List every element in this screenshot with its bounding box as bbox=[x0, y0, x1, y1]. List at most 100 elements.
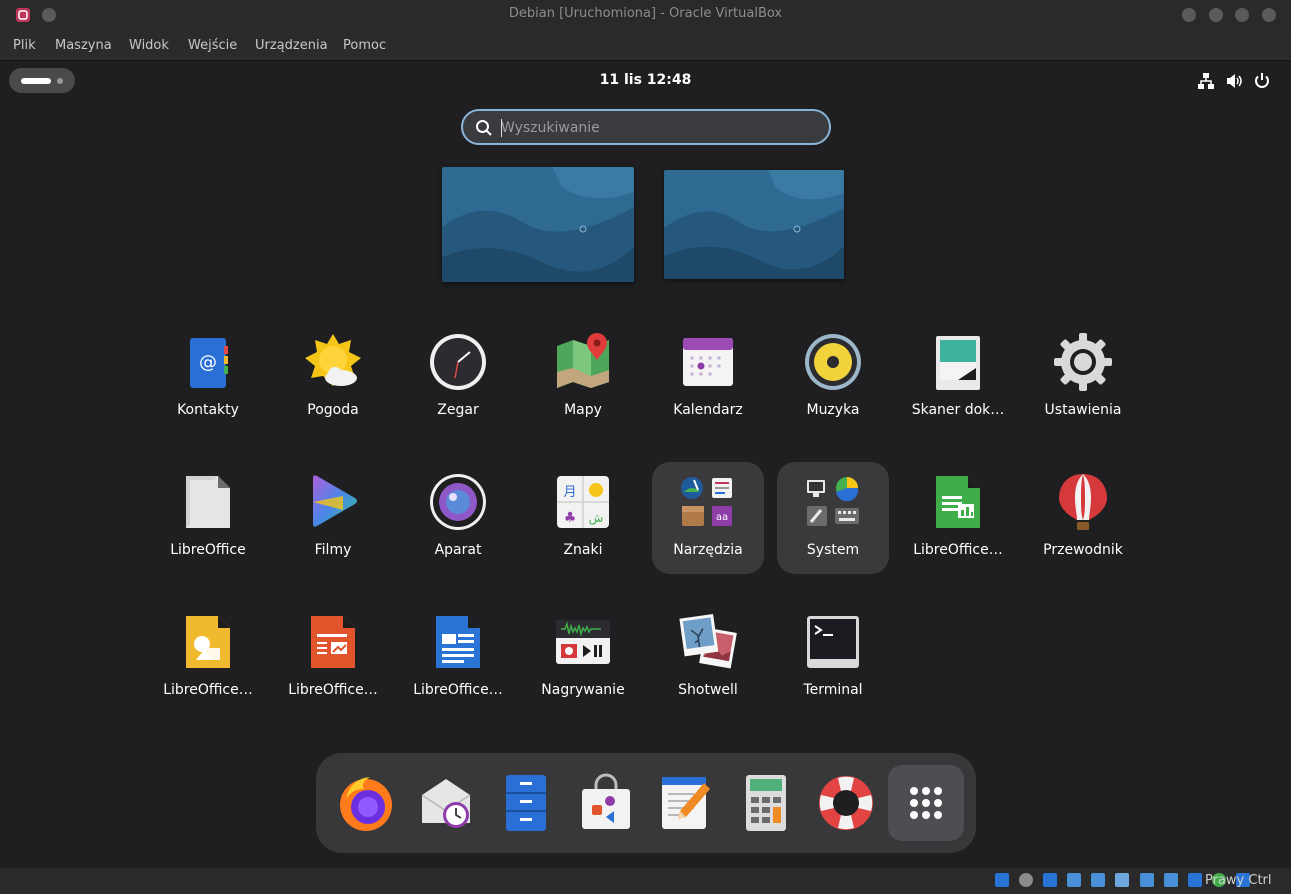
app-libreoffice-writer[interactable]: LibreOffice… bbox=[402, 602, 514, 714]
menu-wejscie[interactable]: Wejście bbox=[188, 38, 237, 53]
guest-screen: 11 lis 12:48 Wyszukiwanie @ Kontakty Pog… bbox=[4, 62, 1287, 868]
help-balloon-icon bbox=[1059, 474, 1107, 530]
app-skaner[interactable]: Skaner dok… bbox=[902, 322, 1014, 434]
workspace-thumbnail-1[interactable] bbox=[442, 167, 634, 282]
music-icon bbox=[805, 334, 861, 390]
app-kalendarz[interactable]: Kalendarz bbox=[652, 322, 764, 434]
optical-drive-icon[interactable] bbox=[1019, 873, 1034, 887]
svg-text:aa: aa bbox=[716, 512, 728, 523]
svg-text:月: 月 bbox=[563, 485, 576, 500]
app-ustawienia[interactable]: Ustawienia bbox=[1027, 322, 1139, 434]
app-zegar[interactable]: Zegar bbox=[402, 322, 514, 434]
app-label: Filmy bbox=[314, 542, 352, 558]
shared-folders-icon[interactable] bbox=[1115, 873, 1130, 887]
app-label: Przewodnik bbox=[1043, 542, 1123, 558]
text-caret bbox=[501, 119, 502, 137]
app-label: LibreOffice… bbox=[413, 682, 503, 698]
firefox-icon bbox=[340, 777, 392, 831]
app-label: Aparat bbox=[434, 542, 482, 558]
window-close-button[interactable] bbox=[1262, 8, 1276, 22]
menu-maszyna[interactable]: Maszyna bbox=[55, 38, 112, 53]
hdd-icon[interactable] bbox=[995, 873, 1009, 887]
characters-icon: 月 ♣ ش bbox=[557, 476, 609, 528]
display-icon[interactable] bbox=[1139, 873, 1154, 887]
videos-icon bbox=[313, 475, 357, 527]
dock-show-apps[interactable] bbox=[888, 765, 964, 841]
workspace-thumbnail-2[interactable] bbox=[664, 170, 844, 279]
app-filmy[interactable]: Filmy bbox=[277, 462, 389, 574]
files-icon bbox=[506, 775, 546, 831]
terminal-icon bbox=[807, 616, 859, 668]
audio-icon[interactable] bbox=[1043, 873, 1058, 887]
volume-icon[interactable] bbox=[1225, 72, 1243, 90]
app-muzyka[interactable]: Muzyka bbox=[777, 322, 889, 434]
app-znaki[interactable]: 月 ♣ ش Znaki bbox=[527, 462, 639, 574]
app-libreoffice-calc[interactable]: LibreOffice… bbox=[902, 462, 1014, 574]
window-maximize-button[interactable] bbox=[1235, 8, 1249, 22]
app-label: System bbox=[806, 542, 860, 558]
app-label: Skaner dok… bbox=[911, 402, 1005, 418]
app-przewodnik[interactable]: Przewodnik bbox=[1027, 462, 1139, 574]
svg-text:@: @ bbox=[199, 352, 217, 373]
network-icon[interactable] bbox=[1197, 72, 1215, 90]
app-label: Kontakty bbox=[177, 402, 239, 418]
app-label: Znaki bbox=[563, 542, 603, 558]
app-pogoda[interactable]: Pogoda bbox=[277, 322, 389, 434]
app-label: LibreOffice… bbox=[163, 682, 253, 698]
app-aparat[interactable]: Aparat bbox=[402, 462, 514, 574]
menu-widok[interactable]: Widok bbox=[129, 38, 169, 53]
app-label: Mapy bbox=[564, 402, 602, 418]
clock[interactable]: 11 lis 12:48 bbox=[4, 72, 1287, 88]
power-icon[interactable] bbox=[1253, 72, 1271, 90]
network-adapter-icon[interactable] bbox=[1067, 873, 1082, 887]
app-nagrywanie[interactable]: Nagrywanie bbox=[527, 602, 639, 714]
app-mapy[interactable]: Mapy bbox=[527, 322, 639, 434]
dock-calculator[interactable] bbox=[728, 765, 804, 841]
window-minimize-button[interactable] bbox=[1209, 8, 1223, 22]
virtualization-icon[interactable] bbox=[1187, 873, 1202, 887]
menu-pomoc[interactable]: Pomoc bbox=[343, 38, 386, 53]
recording-icon[interactable] bbox=[1163, 873, 1178, 887]
app-shotwell[interactable]: Shotwell bbox=[652, 602, 764, 714]
menu-plik[interactable]: Plik bbox=[13, 38, 36, 53]
scanner-icon bbox=[936, 336, 980, 390]
search-box[interactable] bbox=[461, 109, 831, 145]
window-shade-button[interactable] bbox=[1182, 8, 1196, 22]
dock-help[interactable] bbox=[808, 765, 884, 841]
search-input[interactable] bbox=[501, 117, 811, 139]
calculator-icon bbox=[746, 775, 786, 831]
app-libreoffice-impress[interactable]: LibreOffice… bbox=[277, 602, 389, 714]
app-folder-system[interactable]: System bbox=[777, 462, 889, 574]
libreoffice-draw-icon bbox=[186, 616, 230, 668]
debian-wallpaper bbox=[664, 170, 844, 279]
host-key-label: Prawy Ctrl bbox=[1205, 873, 1272, 888]
libreoffice-icon bbox=[186, 476, 230, 528]
text-editor-icon bbox=[662, 777, 710, 829]
dock-text-editor[interactable] bbox=[648, 765, 724, 841]
app-libreoffice[interactable]: LibreOffice bbox=[152, 462, 264, 574]
svg-text:♣: ♣ bbox=[564, 510, 577, 526]
app-label: Muzyka bbox=[806, 402, 860, 418]
shotwell-icon bbox=[679, 613, 737, 669]
sound-recorder-icon bbox=[556, 620, 610, 664]
app-folder-narzedzia[interactable]: aa Narzędzia bbox=[652, 462, 764, 574]
app-libreoffice-draw[interactable]: LibreOffice… bbox=[152, 602, 264, 714]
dock-firefox[interactable] bbox=[328, 765, 404, 841]
dock-evolution[interactable] bbox=[408, 765, 484, 841]
search-icon bbox=[476, 120, 492, 136]
menu-urzadzenia[interactable]: Urządzenia bbox=[255, 38, 328, 53]
libreoffice-impress-icon bbox=[311, 616, 355, 668]
app-terminal[interactable]: Terminal bbox=[777, 602, 889, 714]
app-label: Pogoda bbox=[307, 402, 359, 418]
dock-software[interactable] bbox=[568, 765, 644, 841]
libreoffice-calc-icon bbox=[936, 476, 980, 528]
usb-icon[interactable] bbox=[1091, 873, 1106, 887]
camera-icon bbox=[430, 474, 486, 530]
app-kontakty[interactable]: @ Kontakty bbox=[152, 322, 264, 434]
utilities-folder-icon: aa bbox=[681, 477, 732, 526]
contacts-icon: @ bbox=[190, 338, 228, 388]
app-label: LibreOffice… bbox=[288, 682, 378, 698]
dash-dock bbox=[316, 753, 976, 853]
maps-icon bbox=[557, 333, 609, 388]
dock-files[interactable] bbox=[488, 765, 564, 841]
